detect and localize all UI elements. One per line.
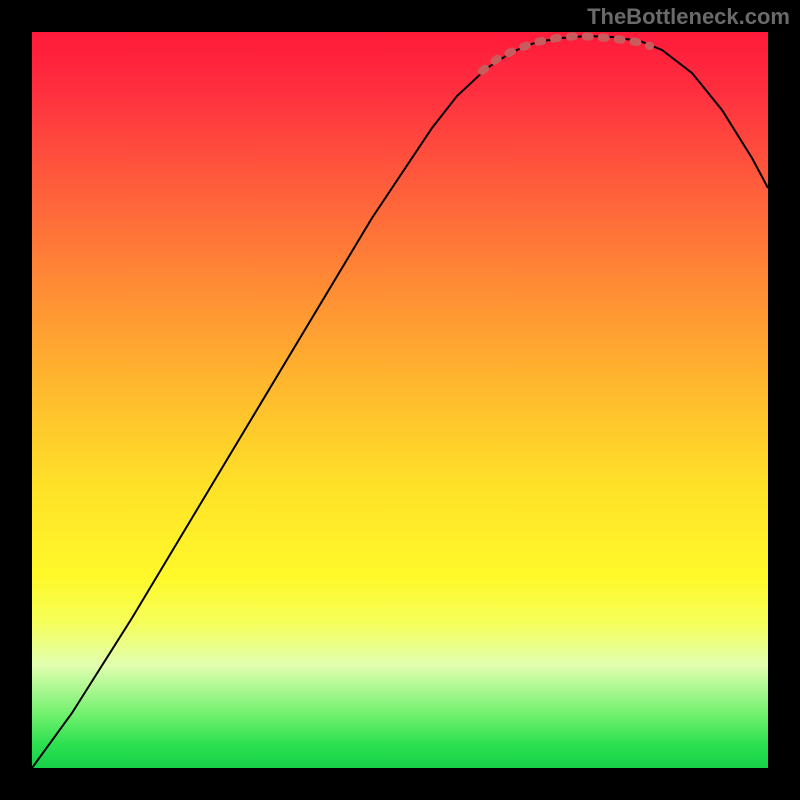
- marker-segment: [482, 36, 650, 71]
- bottleneck-curve: [32, 36, 768, 768]
- chart-container: TheBottleneck.com: [0, 0, 800, 800]
- curve-svg: [32, 32, 768, 768]
- plot-area: [32, 32, 768, 768]
- watermark-text: TheBottleneck.com: [587, 4, 790, 30]
